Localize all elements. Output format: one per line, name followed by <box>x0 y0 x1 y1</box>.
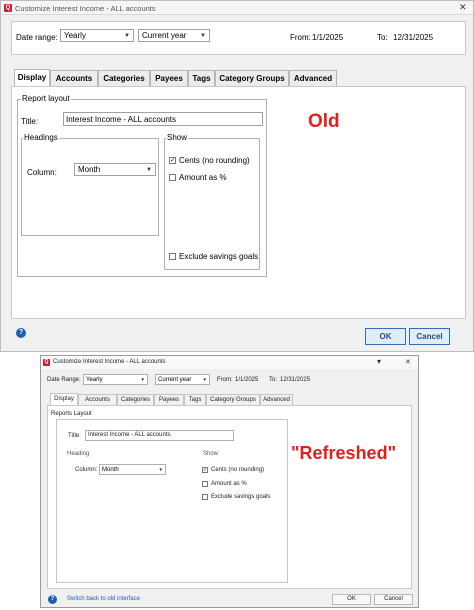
report-layout-label: Report layout <box>21 94 71 103</box>
amount-pct-label: Amount as % <box>179 173 227 182</box>
app-icon: Q <box>4 4 12 12</box>
chevron-down-icon: ▼ <box>146 166 152 173</box>
cents-checkbox[interactable]: ✓ <box>169 157 176 164</box>
from-label: From: <box>217 377 233 383</box>
ok-button[interactable]: OK <box>332 594 371 605</box>
column-value: Month <box>102 466 119 473</box>
tab-tags[interactable]: Tags <box>184 394 206 405</box>
tab-category-groups[interactable]: Category Groups <box>206 394 260 405</box>
title-input[interactable]: Interest Income - ALL accounts <box>63 112 263 126</box>
exclude-savings-label: Exclude savings goals <box>179 252 259 261</box>
show-label: Show <box>166 133 189 142</box>
old-tab-panel: Report layout Title: Interest Income - A… <box>11 86 466 319</box>
chevron-down-icon: ▼ <box>200 32 206 39</box>
close-icon[interactable]: ✕ <box>405 358 411 366</box>
tab-advanced[interactable]: Advanced <box>289 70 337 86</box>
title-input[interactable]: Interest Income - ALL accounts <box>85 430 234 441</box>
chevron-down-icon: ▼ <box>140 377 145 382</box>
date-range-select[interactable]: Yearly ▼ <box>83 374 148 385</box>
old-caption: Old <box>308 111 340 132</box>
title-label: Title: <box>21 117 39 126</box>
exclude-savings-label: Exclude savings goals <box>211 494 271 500</box>
headings-label: Headings <box>23 133 59 142</box>
date-range-label: Date range: <box>16 33 58 42</box>
from-label: From: <box>290 33 311 42</box>
amount-pct-checkbox[interactable] <box>202 481 208 487</box>
to-label: To: <box>377 33 388 42</box>
switch-interface-link[interactable]: Switch back to old interface <box>67 596 140 602</box>
date-range-label: Date Range: <box>47 377 81 383</box>
report-layout-group: Report layout Title: Interest Income - A… <box>17 94 267 277</box>
cents-label: Cents (no rounding) <box>179 156 250 165</box>
heading-label: Heading <box>67 451 90 457</box>
new-tab-panel: Reports Layout Title: Interest Income - … <box>47 405 412 589</box>
amount-pct-checkbox[interactable] <box>169 174 176 181</box>
column-value: Month <box>78 165 101 174</box>
exclude-savings-checkbox[interactable] <box>202 494 208 500</box>
date-range-value: Yearly <box>86 376 103 383</box>
old-date-range-group: Date range: Yearly ▼ Current year ▼ From… <box>11 21 466 55</box>
new-window-title: Customize Interest Income - ALL accounts <box>53 359 166 365</box>
date-range-value: Yearly <box>64 31 86 40</box>
chevron-down-icon[interactable]: ▾ <box>377 357 381 366</box>
reports-layout-label: Reports Layout <box>51 411 92 417</box>
chevron-down-icon: ▼ <box>158 467 163 472</box>
show-group: Show ✓ Cents (no rounding) Amount as % E… <box>164 133 260 270</box>
column-label: Column: <box>27 168 57 177</box>
tab-accounts[interactable]: Accounts <box>78 394 117 405</box>
show-label: Show <box>203 451 219 457</box>
old-window-title: Customize Interest Income - ALL accounts <box>15 4 156 13</box>
tab-category-groups[interactable]: Category Groups <box>215 70 289 86</box>
tab-display[interactable]: Display <box>50 393 78 405</box>
tab-payees[interactable]: Payees <box>154 394 184 405</box>
period-value: Current year <box>158 376 192 383</box>
to-label: To: <box>269 377 278 383</box>
cents-checkbox[interactable]: ✓ <box>202 467 208 473</box>
headings-group: Headings Column: Month ▼ <box>21 133 159 236</box>
cents-label: Cents (no rounding) <box>211 467 265 473</box>
column-select[interactable]: Month ▼ <box>74 163 156 176</box>
from-value: 1/1/2025 <box>235 377 259 383</box>
to-value: 12/31/2025 <box>393 33 434 42</box>
help-icon[interactable]: ? <box>16 328 26 338</box>
new-title-bar: Q Customize Interest Income - ALL accoun… <box>41 356 418 369</box>
new-dialog: Q Customize Interest Income - ALL accoun… <box>40 355 419 608</box>
date-range-select[interactable]: Yearly ▼ <box>60 29 134 42</box>
tab-payees[interactable]: Payees <box>150 70 188 86</box>
period-select[interactable]: Current year ▼ <box>155 374 210 385</box>
period-select[interactable]: Current year ▼ <box>138 29 210 42</box>
title-input-value: Interest Income - ALL accounts <box>66 115 176 124</box>
tab-display[interactable]: Display <box>14 69 50 86</box>
old-dialog: Q Customize Interest Income - ALL accoun… <box>0 0 474 352</box>
title-label: Title: <box>68 433 81 439</box>
from-value: 1/1/2025 <box>312 33 344 42</box>
app-icon: Q <box>43 359 50 366</box>
tab-advanced[interactable]: Advanced <box>260 394 293 405</box>
refreshed-caption: "Refreshed" <box>291 443 397 463</box>
tab-categories[interactable]: Categories <box>98 70 150 86</box>
chevron-down-icon: ▼ <box>202 377 207 382</box>
amount-pct-label: Amount as % <box>211 481 247 487</box>
reports-layout-box: Title: Interest Income - ALL accounts He… <box>56 419 288 583</box>
cancel-button[interactable]: Cancel <box>374 594 413 605</box>
title-input-value: Interest Income - ALL accounts <box>88 432 171 438</box>
ok-button[interactable]: OK <box>365 328 406 345</box>
help-icon[interactable]: ? <box>48 595 57 604</box>
to-value: 12/31/2025 <box>280 377 311 383</box>
old-title-bar: Q Customize Interest Income - ALL accoun… <box>1 1 473 15</box>
exclude-savings-checkbox[interactable] <box>169 253 176 260</box>
period-value: Current year <box>142 31 187 40</box>
chevron-down-icon: ▼ <box>124 32 130 39</box>
cancel-button[interactable]: Cancel <box>409 328 450 345</box>
close-icon[interactable]: ✕ <box>459 2 467 13</box>
column-label: Column: <box>75 467 98 473</box>
tab-accounts[interactable]: Accounts <box>50 70 98 86</box>
tab-categories[interactable]: Categories <box>117 394 154 405</box>
column-select[interactable]: Month ▼ <box>99 464 166 475</box>
tab-tags[interactable]: Tags <box>188 70 215 86</box>
